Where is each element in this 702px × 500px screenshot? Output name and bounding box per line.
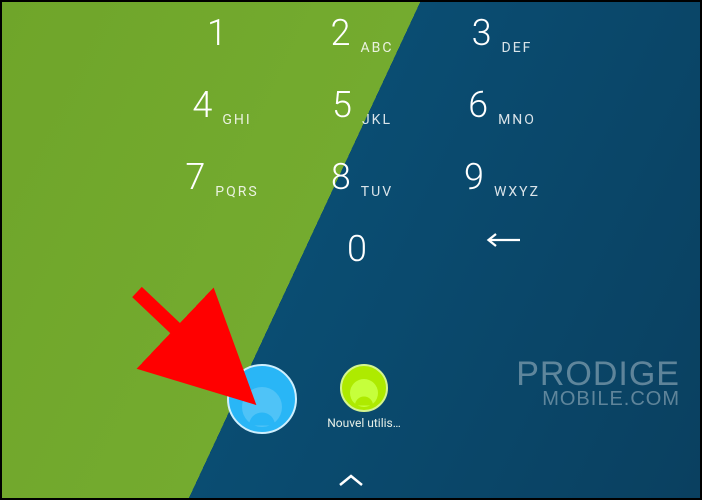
key-digit: 8 bbox=[331, 156, 351, 198]
key-digit: 6 bbox=[468, 84, 488, 126]
watermark-line2: MOBILE.COM bbox=[516, 390, 680, 408]
key-letters: GHI bbox=[222, 112, 251, 128]
user-switcher: Nouvel utilis… bbox=[222, 364, 404, 438]
watermark: PRODIGE MOBILE.COM bbox=[516, 359, 680, 408]
pin-keypad: 1 2 ABC 3 DEF 4 GHI 5 JKL 6 MNO bbox=[152, 12, 572, 300]
key-digit: 9 bbox=[464, 156, 484, 198]
key-letters: MNO bbox=[498, 112, 536, 128]
key-letters: ABC bbox=[361, 40, 394, 56]
avatar-icon bbox=[227, 364, 297, 434]
user-label: Nouvel utilis… bbox=[327, 416, 401, 430]
key-7[interactable]: 7 PQRS bbox=[152, 156, 292, 228]
chevron-up-icon bbox=[337, 473, 365, 492]
key-0[interactable]: 0 bbox=[292, 228, 432, 300]
key-backspace[interactable] bbox=[432, 228, 572, 300]
key-digit: 3 bbox=[472, 12, 492, 54]
key-letters: JKL bbox=[362, 112, 392, 128]
user-new[interactable]: Nouvel utilis… bbox=[324, 364, 404, 430]
key-digit: 4 bbox=[192, 84, 212, 126]
key-digit: 0 bbox=[347, 228, 367, 270]
key-9[interactable]: 9 WXYZ bbox=[432, 156, 572, 228]
avatar-icon bbox=[340, 364, 388, 412]
key-letters: DEF bbox=[502, 40, 533, 56]
key-1[interactable]: 1 bbox=[152, 12, 292, 84]
key-letters: PQRS bbox=[215, 184, 258, 200]
expand-handle[interactable] bbox=[337, 472, 365, 492]
backspace-icon bbox=[484, 228, 520, 256]
watermark-line1: PRODIGE bbox=[516, 359, 680, 390]
key-3[interactable]: 3 DEF bbox=[432, 12, 572, 84]
key-digit: 1 bbox=[207, 12, 227, 54]
key-2[interactable]: 2 ABC bbox=[292, 12, 432, 84]
lock-screen: 1 2 ABC 3 DEF 4 GHI 5 JKL 6 MNO bbox=[0, 0, 702, 500]
key-4[interactable]: 4 GHI bbox=[152, 84, 292, 156]
key-blank bbox=[152, 228, 292, 300]
key-8[interactable]: 8 TUV bbox=[292, 156, 432, 228]
key-5[interactable]: 5 JKL bbox=[292, 84, 432, 156]
key-digit: 2 bbox=[331, 12, 351, 54]
user-main[interactable] bbox=[222, 364, 302, 438]
key-digit: 5 bbox=[332, 84, 352, 126]
key-letters: TUV bbox=[361, 184, 393, 200]
key-6[interactable]: 6 MNO bbox=[432, 84, 572, 156]
key-letters: WXYZ bbox=[494, 184, 540, 200]
key-digit: 7 bbox=[185, 156, 205, 198]
